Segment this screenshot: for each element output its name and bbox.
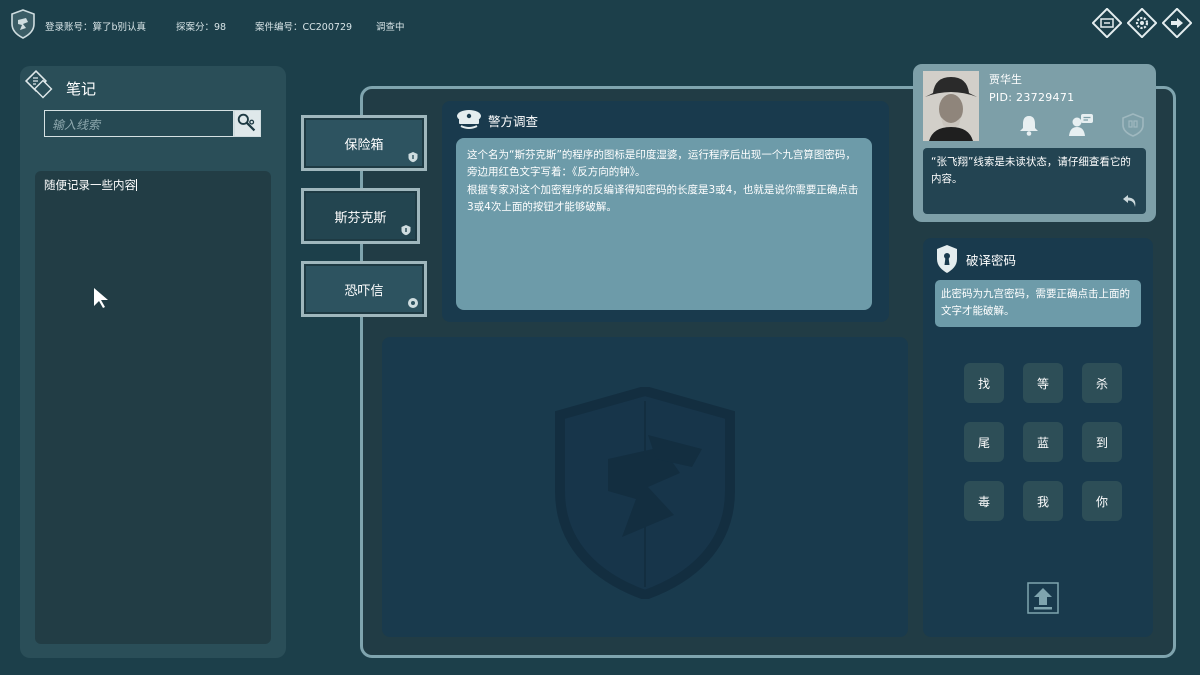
clue-tab-safe[interactable]: 保险箱 — [301, 115, 427, 171]
cipher-key-3[interactable]: 杀 — [1082, 363, 1122, 403]
search-button[interactable] — [234, 110, 261, 137]
cipher-key-7[interactable]: 毒 — [964, 481, 1004, 521]
badge-watermark-icon — [555, 387, 735, 599]
case-status-label: 调查中 — [376, 22, 405, 33]
keyhole-shield-icon — [937, 245, 957, 273]
notes-icon — [24, 69, 53, 99]
clue-tab-label: 保险箱 — [344, 137, 384, 153]
reply-arrow-icon[interactable] — [1122, 194, 1138, 208]
bell-icon[interactable] — [1016, 112, 1042, 138]
puzzle-display-area — [382, 337, 908, 637]
police-title: 警方调查 — [488, 114, 539, 129]
police-report-text: 这个名为“斯芬克斯”的程序的图标是印度湿婆，运行程序后出现一个九宫算图密码，旁边… — [456, 138, 872, 310]
search-icon — [237, 113, 256, 132]
case-number-label: 案件编号：CC200729 — [255, 22, 353, 33]
detective-pid: PID: 23729471 — [989, 91, 1075, 104]
top-bar: 登录账号：算了b别认真 探案分：98 案件编号：CC200729 调查中 — [0, 0, 1200, 50]
detective-name: 贾华生 — [989, 73, 1022, 86]
settings-button[interactable] — [1127, 8, 1157, 38]
cipher-key-2[interactable]: 等 — [1023, 363, 1063, 403]
police-investigation-panel: 警方调查 这个名为“斯芬克斯”的程序的图标是印度湿婆，运行程序后出现一个九宫算图… — [442, 101, 889, 322]
cipher-key-9[interactable]: 你 — [1082, 481, 1122, 521]
notes-title: 笔记 — [66, 80, 97, 98]
cipher-key-8[interactable]: 我 — [1023, 481, 1063, 521]
police-paragraph: 这个名为“斯芬克斯”的程序的图标是印度湿婆，运行程序后出现一个九宫算图密码，旁边… — [467, 149, 856, 179]
id-card-icon — [1092, 8, 1122, 38]
cipher-key-4[interactable]: 尾 — [964, 422, 1004, 462]
police-cap-icon — [457, 110, 481, 129]
exit-arrow-icon — [1162, 8, 1192, 38]
profile-card: 贾华生 PID: 23729471 “张飞翔”线索是未读状态，请仔细查看它的内容… — [913, 64, 1156, 222]
profile-message: “张飞翔”线索是未读状态，请仔细查看它的内容。 — [923, 148, 1146, 214]
clue-tab-sphinx[interactable]: 斯芬克斯 — [301, 188, 420, 244]
text-caret — [136, 179, 137, 191]
account-label: 登录账号：算了b别认真 — [45, 22, 147, 33]
decrypt-hint: 此密码为九宫密码，需要正确点击上面的文字才能破解。 — [935, 280, 1141, 327]
score-label: 探案分：98 — [176, 22, 227, 33]
avatar[interactable] — [923, 71, 979, 141]
clue-tab-label: 斯芬克斯 — [334, 210, 387, 226]
disc-badge-icon — [408, 298, 418, 308]
notes-content: 随便记录一些内容 — [44, 178, 136, 192]
clue-tab-threat-letter[interactable]: 恐吓信 — [301, 261, 427, 317]
profile-message-text: “张飞翔”线索是未读状态，请仔细查看它的内容。 — [931, 156, 1131, 185]
cipher-key-5[interactable]: 蓝 — [1023, 422, 1063, 462]
badge-icon[interactable] — [1120, 112, 1146, 138]
cipher-key-6[interactable]: 到 — [1082, 422, 1122, 462]
chat-user-icon[interactable] — [1068, 112, 1094, 138]
clue-tab-label: 恐吓信 — [344, 283, 384, 299]
exit-button[interactable] — [1162, 8, 1192, 38]
notes-textarea[interactable]: 随便记录一些内容 — [35, 171, 271, 644]
decrypt-panel: 破译密码 此密码为九宫密码，需要正确点击上面的文字才能破解。 找 等 杀 尾 蓝… — [923, 238, 1153, 637]
gear-icon — [1127, 8, 1157, 38]
detective-portrait — [923, 71, 979, 141]
shield-badge-icon — [401, 225, 411, 236]
decrypt-title: 破译密码 — [966, 253, 1017, 268]
clue-search-input[interactable]: 输入线索 — [44, 110, 234, 137]
mouse-cursor-icon — [94, 288, 108, 308]
cipher-key-1[interactable]: 找 — [964, 363, 1004, 403]
notes-panel: 笔记 输入线索 随便记录一些内容 — [20, 66, 286, 658]
badge-logo-icon — [11, 9, 35, 39]
id-card-button[interactable] — [1092, 8, 1122, 38]
police-paragraph: 根据专家对这个加密程序的反编译得知密码的长度是3或4，也就是说你需要正确点击3或… — [467, 183, 859, 214]
submit-upload-button[interactable] — [1027, 582, 1059, 614]
shield-badge-icon — [408, 152, 418, 163]
